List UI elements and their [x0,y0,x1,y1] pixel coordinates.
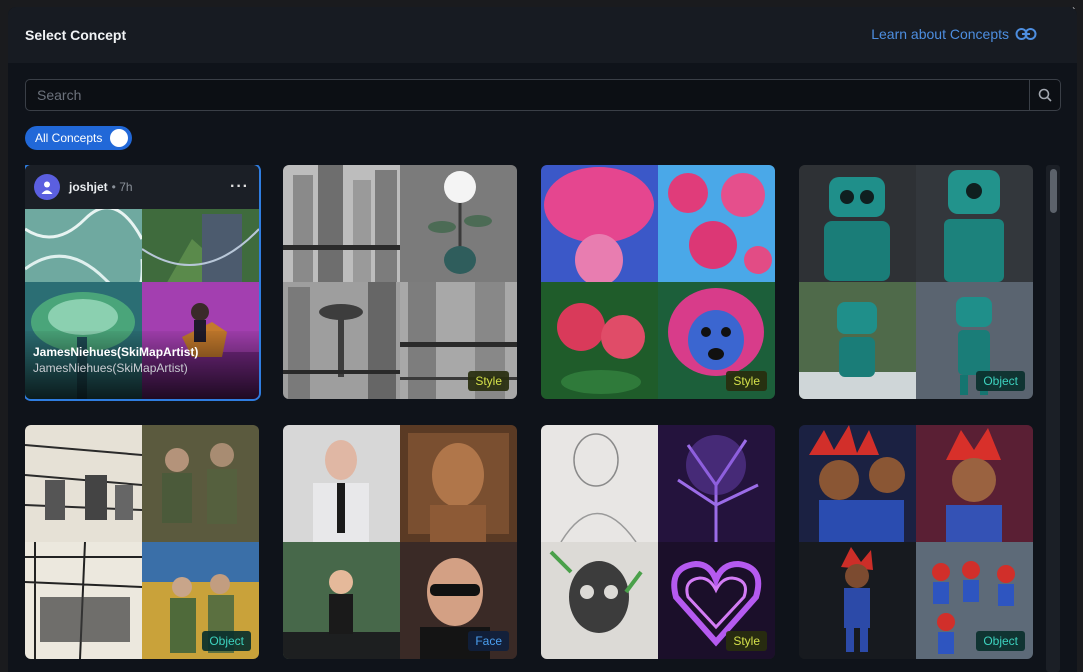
toggle-knob [110,129,128,147]
concept-type-badge: Object [976,631,1025,651]
card-thumbnail [916,425,1033,542]
card-thumbnail [541,542,658,659]
search-input[interactable] [26,80,1029,110]
card-thumbnail [400,165,517,282]
concept-name: JamesNiehues(SkiMapArtist) [33,345,199,359]
concept-type-badge: Object [202,631,251,651]
card-thumbnail [25,209,142,282]
card-thumbnail [541,282,658,399]
card-thumbnail [25,425,142,542]
search-bar [25,79,1061,111]
learn-link-label: Learn about Concepts [871,26,1009,42]
modal-header: Select Concept Learn about Concepts [8,7,1077,63]
concept-type-badge: Style [468,371,509,391]
toggle-label: All Concepts [35,131,103,145]
concept-card[interactable]: Style [541,165,775,399]
card-author-bar: joshjet • 7h ··· [25,165,259,209]
search-button[interactable] [1029,80,1060,110]
learn-about-concepts-link[interactable]: Learn about Concepts [871,26,1037,42]
card-thumbnail [142,425,259,542]
card-thumbnail [799,542,916,659]
concept-grid: joshjet • 7h ··· JamesNiehues(SkiMapArti… [25,165,1035,672]
concept-type-badge: Style [726,631,767,651]
card-thumbnail [283,165,400,282]
search-icon [1038,88,1052,102]
card-thumbnail [541,165,658,282]
card-thumbnail [658,165,775,282]
card-thumbnail [283,542,400,659]
card-thumbnail [541,425,658,542]
concept-card[interactable]: Face [283,425,517,659]
modal-title: Select Concept [25,27,127,43]
more-options-icon[interactable]: ··· [230,178,249,196]
card-caption: JamesNiehues(SkiMapArtist) JamesNiehues(… [25,331,259,399]
concept-card[interactable]: Style [283,165,517,399]
card-thumbnail [25,542,142,659]
concept-card[interactable]: Object [799,425,1033,659]
card-timestamp: • 7h [111,180,133,194]
card-username[interactable]: joshjet [69,180,108,194]
card-thumbnail [283,282,400,399]
concept-card[interactable]: Object [25,425,259,659]
concept-card[interactable]: Object [799,165,1033,399]
concept-description: JamesNiehues(SkiMapArtist) [33,361,188,375]
card-thumbnail [916,165,1033,282]
grid-scrollbar[interactable] [1046,165,1060,672]
scrollbar-thumb[interactable] [1050,169,1057,213]
card-thumbnail [799,425,916,542]
card-thumbnail [799,165,916,282]
concept-card[interactable]: joshjet • 7h ··· JamesNiehues(SkiMapArti… [25,165,261,401]
link-icon [1015,28,1037,40]
card-thumbnail [400,425,517,542]
card-thumbnail [283,425,400,542]
all-concepts-toggle[interactable]: All Concepts [25,126,132,150]
concept-type-badge: Face [468,631,509,651]
user-icon [41,181,53,194]
select-concept-modal: Select Concept Learn about Concepts All … [8,7,1077,672]
card-thumbnail [658,425,775,542]
card-thumbnail [142,209,259,282]
concept-type-badge: Object [976,371,1025,391]
concept-type-badge: Style [726,371,767,391]
concept-card[interactable]: Style [541,425,775,659]
card-thumbnail [799,282,916,399]
avatar[interactable] [34,174,60,200]
